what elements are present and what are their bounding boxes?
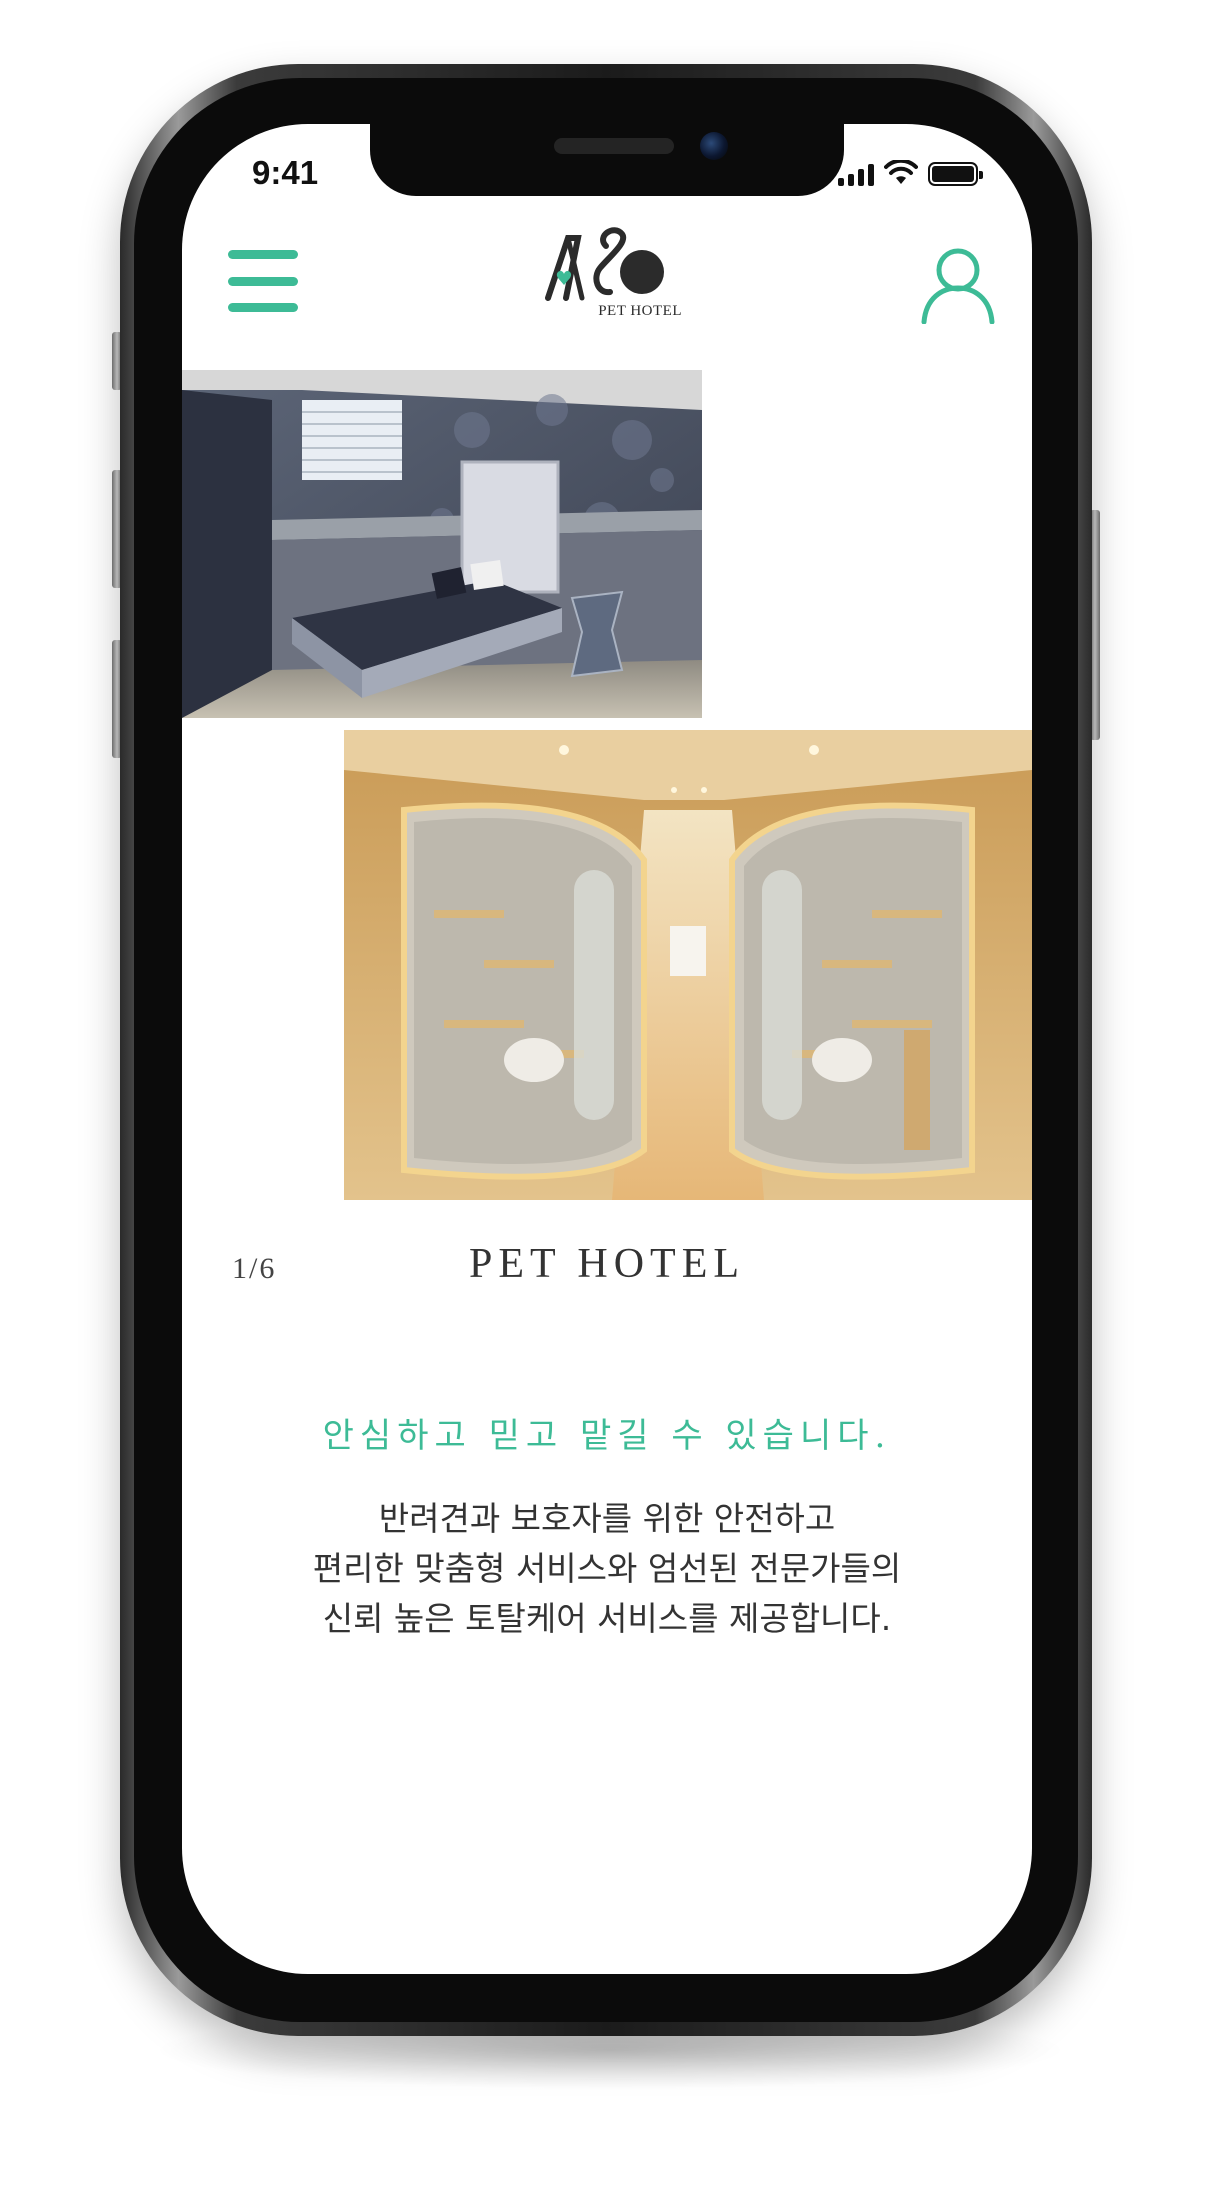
status-icons [838, 160, 983, 186]
description-line: 신뢰 높은 토탈케어 서비스를 제공합니다. [322, 1599, 892, 1638]
brand-logo[interactable]: PET HOTEL [538, 216, 688, 326]
phone-screen: 9:41 PET HOTEL 1/6 PET HOTEL 안심하고 믿고 맡길 … [182, 124, 1032, 1974]
description-line: 편리한 맞춤형 서비스와 엄선된 전문가들의 [312, 1549, 902, 1588]
user-profile-icon[interactable] [920, 246, 996, 324]
dog-room-photo[interactable] [182, 370, 702, 718]
battery-icon [928, 162, 983, 186]
hamburger-menu-icon[interactable] [228, 250, 298, 312]
cat-corridor-illustration [344, 730, 1032, 1200]
logo-mark-icon [545, 227, 664, 301]
description: 반려견과 보호자를 위한 안전하고 편리한 맞춤형 서비스와 엄선된 전문가들의… [222, 1494, 992, 1644]
mockup-stage: 9:41 PET HOTEL 1/6 PET HOTEL 안심하고 믿고 맡길 … [0, 0, 1214, 2202]
battery-cap [979, 171, 983, 179]
earpiece-speaker [554, 138, 674, 154]
wifi-icon [884, 160, 918, 184]
status-time: 9:41 [252, 154, 319, 191]
description-line: 반려견과 보호자를 위한 안전하고 [378, 1499, 836, 1538]
front-camera [700, 132, 728, 160]
tagline: 안심하고 믿고 맡길 수 있습니다. [322, 1416, 892, 1456]
cellular-signal-icon [838, 162, 874, 186]
cat-cabin-corridor-photo[interactable] [344, 730, 1032, 1200]
logo-text: PET HOTEL [598, 303, 682, 319]
notch [370, 124, 844, 196]
section-title: PET HOTEL [468, 1241, 746, 1287]
dog-room-illustration [182, 370, 702, 718]
battery-level [932, 166, 974, 182]
